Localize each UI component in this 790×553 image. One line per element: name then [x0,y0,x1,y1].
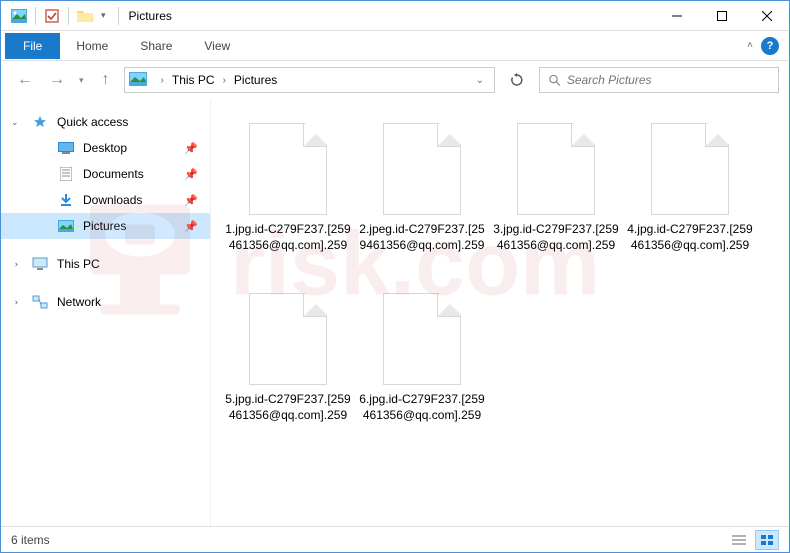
sidebar-item-label: Pictures [83,219,126,233]
file-name: 1.jpg.id-C279F237.[259461356@qq.com].259 [225,221,351,253]
file-item[interactable]: 4.jpg.id-C279F237.[259461356@qq.com].259 [623,117,757,287]
minimize-button[interactable] [654,1,699,30]
documents-icon [57,166,75,182]
file-thumbnail [383,293,461,385]
file-thumbnail [249,293,327,385]
ribbon-collapse-icon[interactable]: ˄ [747,40,753,51]
pin-icon: 📌 [184,194,198,207]
address-bar[interactable]: › This PC › Pictures ⌄ [124,67,495,93]
quick-access-toolbar: ▾ [9,6,123,26]
file-thumbnail [249,123,327,215]
explorer-window: ▾ Pictures File Home Share View ˄ ? ← → … [0,0,790,553]
search-input[interactable] [567,73,770,87]
chevron-right-icon[interactable]: › [161,75,164,86]
breadcrumb-segment[interactable]: Pictures [234,73,277,87]
content-area: ⌄ Quick access Desktop 📌 Documents 📌 Dow… [1,99,789,526]
icons-view-button[interactable] [755,530,779,550]
details-view-button[interactable] [727,530,751,550]
item-count: 6 items [11,533,50,547]
address-dropdown-icon[interactable]: ⌄ [476,75,484,86]
folder-icon[interactable] [75,6,95,26]
ribbon: File Home Share View ˄ ? [1,31,789,61]
sidebar-item-downloads[interactable]: Downloads 📌 [1,187,210,213]
search-box[interactable] [539,67,779,93]
file-name: 6.jpg.id-C279F237.[259461356@qq.com].259 [359,391,485,423]
chevron-right-icon[interactable]: › [223,75,226,86]
status-bar: 6 items [1,526,789,552]
sidebar-item-label: Desktop [83,141,127,155]
tab-view[interactable]: View [188,33,246,59]
expand-caret-icon[interactable]: ⌄ [11,117,19,128]
location-icon [129,72,147,88]
pin-icon: 📌 [184,168,198,181]
navigation-bar: ← → ▾ ↑ › This PC › Pictures ⌄ [1,61,789,99]
file-item[interactable]: 5.jpg.id-C279F237.[259461356@qq.com].259 [221,287,355,457]
close-button[interactable] [744,1,789,30]
file-item[interactable]: 2.jpeg.id-C279F237.[259461356@qq.com].25… [355,117,489,287]
pictures-icon [57,218,75,234]
titlebar: ▾ Pictures [1,1,789,31]
window-controls [654,1,789,30]
back-button[interactable]: ← [11,66,39,94]
downloads-icon [57,192,75,208]
file-list[interactable]: 1.jpg.id-C279F237.[259461356@qq.com].259… [211,99,789,526]
sidebar-item-label: Documents [83,167,144,181]
file-tab[interactable]: File [5,33,60,59]
file-item[interactable]: 3.jpg.id-C279F237.[259461356@qq.com].259 [489,117,623,287]
file-name: 4.jpg.id-C279F237.[259461356@qq.com].259 [627,221,753,253]
sidebar-item-label: Network [57,295,101,309]
computer-icon [31,256,49,272]
pin-icon: 📌 [184,142,198,155]
forward-button[interactable]: → [43,66,71,94]
file-item[interactable]: 6.jpg.id-C279F237.[259461356@qq.com].259 [355,287,489,457]
file-name: 5.jpg.id-C279F237.[259461356@qq.com].259 [225,391,351,423]
app-icon [9,6,29,26]
sidebar-item-label: This PC [57,257,100,271]
sidebar-this-pc[interactable]: ⌄ This PC [1,251,210,277]
star-icon [31,114,49,130]
pin-icon: 📌 [184,220,198,233]
sidebar-item-label: Quick access [57,115,128,129]
file-thumbnail [517,123,595,215]
help-icon[interactable]: ? [761,37,779,55]
recent-locations-icon[interactable]: ▾ [79,75,84,86]
file-name: 3.jpg.id-C279F237.[259461356@qq.com].259 [493,221,619,253]
tab-home[interactable]: Home [60,33,124,59]
maximize-button[interactable] [699,1,744,30]
file-item[interactable]: 1.jpg.id-C279F237.[259461356@qq.com].259 [221,117,355,287]
expand-caret-icon[interactable]: ⌄ [9,260,20,268]
sidebar-item-documents[interactable]: Documents 📌 [1,161,210,187]
file-thumbnail [383,123,461,215]
sidebar-network[interactable]: ⌄ Network [1,289,210,315]
breadcrumb-segment[interactable]: This PC [172,73,215,87]
qat-dropdown-icon[interactable]: ▾ [101,10,106,21]
sidebar-item-desktop[interactable]: Desktop 📌 [1,135,210,161]
tab-share[interactable]: Share [124,33,188,59]
file-name: 2.jpeg.id-C279F237.[259461356@qq.com].25… [359,221,485,253]
sidebar-quick-access[interactable]: ⌄ Quick access [1,109,210,135]
properties-icon[interactable] [42,6,62,26]
sidebar-item-label: Downloads [83,193,142,207]
refresh-button[interactable] [503,68,531,92]
file-thumbnail [651,123,729,215]
desktop-icon [57,140,75,156]
up-button[interactable]: ↑ [92,66,120,94]
expand-caret-icon[interactable]: ⌄ [9,298,20,306]
network-icon [31,294,49,310]
navigation-pane: ⌄ Quick access Desktop 📌 Documents 📌 Dow… [1,99,211,526]
window-title: Pictures [129,9,172,23]
sidebar-item-pictures[interactable]: Pictures 📌 [1,213,210,239]
